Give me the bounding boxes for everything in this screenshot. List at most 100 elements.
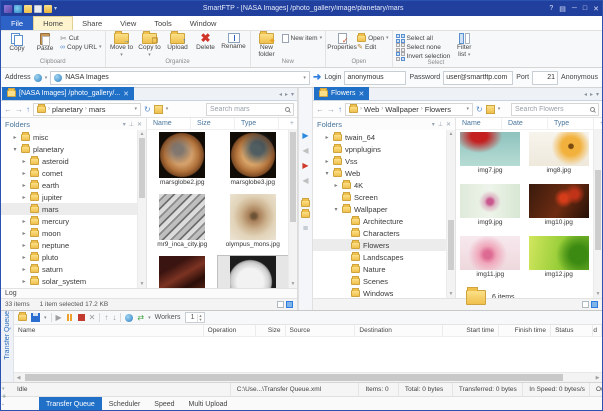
tab-scroll-right-icon[interactable]: ▸ [285, 91, 288, 98]
pin-icon[interactable]: ⊥ [129, 121, 134, 128]
list-scrollbar[interactable]: ▼ [288, 130, 297, 288]
tree-scrollbar[interactable]: ▲ ▼ [137, 130, 146, 288]
menu-tab[interactable]: Share [73, 16, 111, 30]
refresh-icon[interactable]: ↻ [144, 105, 151, 114]
tree-item[interactable]: ▸ neptune [1, 239, 137, 251]
scroll-down-icon[interactable]: ▼ [289, 281, 297, 287]
help-button[interactable]: ? [549, 5, 553, 13]
column-add-icon[interactable]: + [594, 118, 603, 129]
tree-item[interactable]: Architecture [313, 215, 446, 227]
expander-icon[interactable]: ▾ [333, 206, 339, 213]
list-scrollbar[interactable]: ▼ [593, 130, 602, 298]
bottom-tab[interactable]: Transfer Queue [39, 397, 102, 411]
tree-item[interactable]: ▸ moon [1, 227, 137, 239]
new-folder-button[interactable]: ✦ New folder [254, 32, 280, 58]
details-view-icon[interactable] [277, 301, 284, 308]
view-mode-icon[interactable] [154, 105, 163, 114]
scroll-right-icon[interactable]: ▶ [593, 375, 602, 381]
move-right-icon[interactable]: ▶ [300, 160, 312, 171]
log-icon[interactable] [34, 5, 42, 13]
tree-scrollbar[interactable]: ▲ ▼ [446, 130, 455, 298]
thumbnail-view-icon[interactable] [286, 301, 293, 308]
filter-list-button[interactable]: Filter list ▾ [452, 32, 476, 58]
forward-icon[interactable]: → [15, 105, 23, 114]
stepper-down-icon[interactable]: ▼ [198, 318, 204, 322]
copy-button[interactable]: Copy [4, 32, 30, 53]
scroll-left-icon[interactable]: ◀ [14, 375, 23, 381]
remove-icon[interactable]: ✕ [89, 313, 96, 322]
expander-icon[interactable]: ▸ [333, 182, 339, 189]
expander-icon[interactable]: ▾ [12, 146, 18, 153]
tree-item[interactable]: ▾ Web [313, 167, 446, 179]
breadcrumb-item[interactable]: ›Web [360, 105, 379, 114]
tree-item[interactable]: Characters [313, 227, 446, 239]
column-header[interactable]: Status [551, 325, 593, 336]
file-item[interactable]: olympus_mons.jpg [218, 194, 289, 256]
scroll-down-icon[interactable]: ▼ [594, 291, 602, 297]
view-mode-icon[interactable] [486, 105, 495, 114]
rename-button[interactable]: Rename [221, 32, 247, 51]
tree-item[interactable]: ▾ Wallpaper [313, 203, 446, 215]
view-caret-icon[interactable]: ▾ [498, 106, 501, 112]
tab-scroll-left-icon[interactable]: ◂ [279, 91, 282, 98]
column-header[interactable]: Start time [443, 325, 499, 336]
connection-icon[interactable] [125, 314, 133, 322]
expander-icon[interactable]: ▸ [21, 158, 27, 165]
tree-item[interactable]: ▸ earth [1, 179, 137, 191]
expander-icon[interactable]: ▸ [21, 194, 27, 201]
upload-button[interactable]: ↑ Upload [165, 32, 191, 52]
breadcrumb-item[interactable]: ›Flowers [421, 105, 451, 114]
menu-tab[interactable]: Tools [145, 16, 181, 30]
scroll-up-icon[interactable]: ▲ [447, 131, 455, 137]
column-header[interactable]: Type [548, 118, 594, 129]
tab-list-caret-icon[interactable]: ▾ [291, 91, 294, 98]
port-input[interactable] [532, 71, 558, 85]
anonymous-label[interactable]: Anonymous [561, 74, 598, 81]
expander-icon[interactable]: ▸ [21, 242, 27, 249]
minimize-button[interactable]: ─ [572, 5, 577, 13]
cut-button[interactable]: ✂ Cut [60, 34, 102, 42]
expander-icon[interactable]: ▸ [21, 230, 27, 237]
bottom-tab[interactable]: Multi Upload [182, 397, 235, 411]
column-header[interactable]: Size [256, 325, 286, 336]
save-caret-icon[interactable]: ▾ [44, 315, 47, 321]
remote-breadcrumb[interactable]: ›planetary›mars ▾ [33, 103, 141, 116]
expander-icon[interactable]: ▸ [21, 278, 27, 285]
breadcrumb-caret-icon[interactable]: ▾ [466, 106, 469, 112]
file-item[interactable]: mr9_inca_city.jpg [147, 194, 218, 256]
expander-icon[interactable]: ▾ [324, 170, 330, 177]
breadcrumb-item[interactable]: ›planetary [48, 105, 83, 114]
expander-icon[interactable]: ▸ [12, 134, 18, 141]
move-down-icon[interactable]: ↓ [112, 313, 116, 322]
tree-item[interactable]: ▸ Vss [313, 155, 446, 167]
tree-item[interactable]: ▸ jupiter [1, 191, 137, 203]
file-item[interactable]: marsglobe3.jpg [218, 132, 289, 194]
protocol-globe-icon[interactable] [34, 74, 42, 82]
menu-tab[interactable]: Window [181, 16, 226, 30]
password-input[interactable] [443, 71, 513, 85]
file-item[interactable] [147, 256, 218, 288]
forward-icon[interactable]: → [327, 105, 335, 114]
back-icon[interactable]: ← [316, 105, 324, 114]
transfer-mode-icon[interactable]: ⇄ [137, 313, 144, 322]
move-left-icon[interactable]: ◀ [300, 175, 312, 186]
column-header[interactable]: Operation [204, 325, 256, 336]
remote-search[interactable] [206, 103, 294, 116]
column-header[interactable]: Destination [355, 325, 443, 336]
dock-close-icon[interactable]: ▪ [2, 402, 6, 408]
file-tab[interactable]: File [1, 16, 33, 30]
file-item[interactable]: img12.jpg [525, 236, 594, 288]
view-caret-icon[interactable]: ▾ [166, 106, 169, 112]
close-tab-icon[interactable]: ✕ [359, 90, 365, 98]
file-item[interactable]: img11.jpg [456, 236, 525, 288]
local-search[interactable] [511, 103, 599, 116]
scroll-down-icon[interactable]: ▼ [138, 281, 146, 287]
maximize-button[interactable]: □ [583, 5, 587, 13]
compare-folder-icon[interactable] [301, 211, 310, 218]
delete-button[interactable]: ✖ Delete [193, 32, 219, 52]
expander-icon[interactable]: ▸ [21, 218, 27, 225]
column-header[interactable]: Name [14, 325, 204, 336]
tree-item[interactable]: Landscapes [313, 251, 446, 263]
column-header[interactable]: Average speed [593, 325, 602, 336]
upload-left-icon[interactable]: ◀ [300, 145, 312, 156]
